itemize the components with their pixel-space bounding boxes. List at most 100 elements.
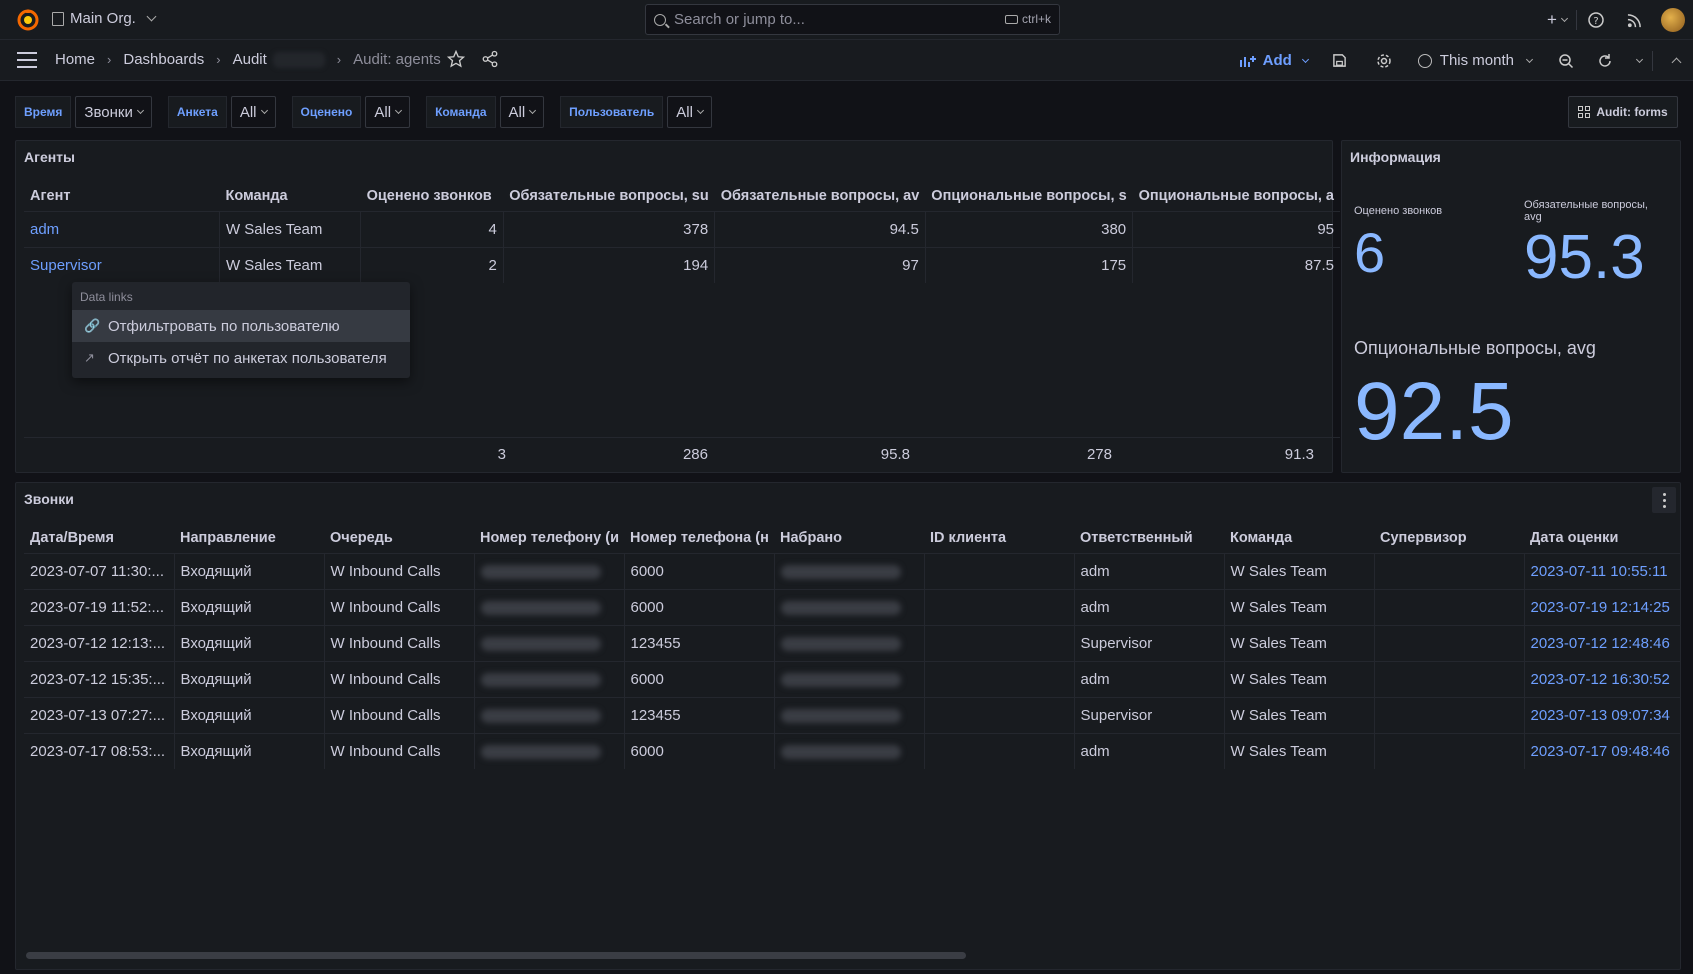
- table-cell: 175: [924, 246, 1133, 283]
- breadcrumb-home[interactable]: Home: [55, 51, 95, 68]
- help-icon[interactable]: ?: [1577, 0, 1615, 40]
- horizontal-scrollbar[interactable]: [26, 952, 966, 959]
- panel-title[interactable]: Информация: [1350, 149, 1441, 165]
- table-cell: 123455: [623, 624, 774, 661]
- column-header[interactable]: Обязательные вопросы, su: [503, 181, 714, 211]
- panel-title[interactable]: Агенты: [24, 149, 75, 165]
- star-icon[interactable]: [447, 50, 465, 68]
- redacted-text: [480, 564, 601, 579]
- variable-value: All: [374, 103, 392, 121]
- table-cell: Supervisor: [1073, 624, 1224, 661]
- time-range-picker[interactable]: This month: [1406, 52, 1544, 69]
- refresh-interval-dropdown[interactable]: [1622, 40, 1652, 81]
- dashboard-toolbar: Add This month: [1229, 40, 1693, 81]
- evaluation-date-link[interactable]: 2023-07-12 16:30:52: [1523, 660, 1680, 697]
- column-header[interactable]: Опциональные вопросы, a: [1133, 181, 1340, 211]
- table-cell: W Sales Team: [218, 246, 361, 283]
- collapse-toolbar-icon[interactable]: [1653, 40, 1693, 81]
- time-range-label: This month: [1439, 52, 1514, 69]
- variable-select-user[interactable]: All: [667, 96, 712, 128]
- table-row: 2023-07-19 11:52:... Входящий W Inbound Ca…: [24, 588, 1680, 625]
- redacted-text: [480, 744, 601, 759]
- agent-link[interactable]: Supervisor: [24, 246, 220, 283]
- evaluation-date-link[interactable]: 2023-07-12 12:48:46: [1523, 624, 1680, 661]
- redacted-phone-cell: [773, 732, 924, 769]
- grafana-logo-icon[interactable]: [16, 8, 40, 32]
- column-header[interactable]: Направление: [174, 523, 324, 553]
- table-cell: Входящий: [173, 660, 324, 697]
- column-header[interactable]: Номер телефону (и: [474, 523, 624, 553]
- share-icon[interactable]: [481, 50, 499, 68]
- new-menu-button[interactable]: +: [1538, 0, 1576, 40]
- data-link-open-user-report[interactable]: ↗ Открыть отчёт по анкетах пользователя: [72, 342, 410, 374]
- variable-select-evaluated[interactable]: All: [365, 96, 411, 128]
- add-button[interactable]: Add: [1229, 52, 1318, 69]
- table-cell: 95: [1132, 210, 1340, 247]
- evaluation-date-link[interactable]: 2023-07-11 10:55:11: [1523, 552, 1680, 589]
- data-links-menu: Data links 🔗 Отфильтровать по пользовате…: [72, 282, 410, 378]
- column-header[interactable]: Очередь: [324, 523, 474, 553]
- panel-menu-icon[interactable]: [1652, 487, 1676, 513]
- panel-title[interactable]: Звонки: [24, 491, 74, 507]
- evaluation-date-link[interactable]: 2023-07-13 09:07:34: [1523, 696, 1680, 733]
- table-row: 2023-07-17 08:53:... Входящий W Inbound Ca…: [24, 732, 1680, 769]
- search-icon: [654, 13, 666, 26]
- variable-select-form[interactable]: All: [230, 96, 276, 128]
- agent-link[interactable]: adm: [24, 210, 220, 247]
- dashboard-link-audit-forms[interactable]: Audit: forms: [1568, 96, 1678, 128]
- org-switcher[interactable]: Main Org.: [52, 10, 157, 27]
- table-cell: W Inbound Calls: [323, 552, 474, 589]
- dashboard-nav-bar: Home › Dashboards › Audit › Audit: agent…: [0, 40, 1693, 81]
- evaluation-date-link[interactable]: 2023-07-17 09:48:46: [1523, 732, 1680, 769]
- refresh-icon[interactable]: [1588, 40, 1622, 81]
- menu-icon[interactable]: [17, 52, 37, 68]
- table-cell: 97: [714, 246, 926, 283]
- table-cell: 6000: [623, 732, 774, 769]
- table-cell: 94.5: [714, 210, 926, 247]
- table-cell: Входящий: [173, 588, 324, 625]
- breadcrumb-separator-icon: ›: [336, 52, 342, 67]
- stat-value: 6: [1354, 221, 1386, 284]
- column-header[interactable]: Дата/Время: [24, 523, 174, 553]
- column-header[interactable]: Ответственный: [1074, 523, 1224, 553]
- table-cell: 6000: [623, 552, 774, 589]
- breadcrumb-dashboards[interactable]: Dashboards: [123, 51, 204, 68]
- column-header[interactable]: Набрано: [774, 523, 924, 553]
- settings-gear-icon[interactable]: [1362, 40, 1406, 81]
- column-header[interactable]: Номер телефона (н: [624, 523, 774, 553]
- redacted-phone-cell: [473, 588, 624, 625]
- news-rss-icon[interactable]: [1615, 0, 1653, 40]
- user-avatar[interactable]: [1661, 8, 1685, 32]
- table-cell: adm: [1073, 732, 1224, 769]
- table-cell: 2023-07-12 12:13:...: [24, 624, 174, 661]
- table-cell: W Sales Team: [1223, 732, 1374, 769]
- column-header[interactable]: Агент: [24, 181, 219, 211]
- chevron-down-icon: [146, 11, 157, 22]
- breadcrumb-folder[interactable]: Audit: [233, 51, 267, 68]
- save-icon[interactable]: [1318, 40, 1362, 81]
- variable-value: All: [508, 103, 526, 121]
- redacted-text: [780, 600, 901, 615]
- table-cell: Supervisor: [1073, 696, 1224, 733]
- evaluation-date-link[interactable]: 2023-07-19 12:14:25: [1523, 588, 1680, 625]
- column-header[interactable]: Дата оценки: [1524, 523, 1680, 553]
- search-input[interactable]: Search or jump to... ctrl+k: [645, 4, 1060, 35]
- table-cell: 123455: [623, 696, 774, 733]
- column-header[interactable]: Команда: [219, 181, 360, 211]
- zoom-out-icon[interactable]: [1544, 40, 1588, 81]
- table-cell: W Inbound Calls: [323, 624, 474, 661]
- variable-select-time[interactable]: Звонки: [75, 96, 152, 128]
- redacted-phone-cell: [473, 660, 624, 697]
- variable-select-team[interactable]: All: [499, 96, 545, 128]
- column-header[interactable]: Оценено звонков: [361, 181, 504, 211]
- stat-label: Обязательные вопросы, avg: [1524, 199, 1648, 223]
- column-header[interactable]: Опциональные вопросы, s: [925, 181, 1132, 211]
- data-link-filter-by-user[interactable]: 🔗 Отфильтровать по пользователю: [72, 310, 410, 342]
- column-header[interactable]: Обязательные вопросы, av: [715, 181, 926, 211]
- column-header[interactable]: ID клиента: [924, 523, 1074, 553]
- column-header[interactable]: Супервизор: [1374, 523, 1524, 553]
- column-header[interactable]: Команда: [1224, 523, 1374, 553]
- link-icon: 🔗: [84, 318, 101, 333]
- table-cell: [923, 732, 1074, 769]
- table-row: Supervisor W Sales Team 2 194 97 175 87.…: [24, 246, 1340, 283]
